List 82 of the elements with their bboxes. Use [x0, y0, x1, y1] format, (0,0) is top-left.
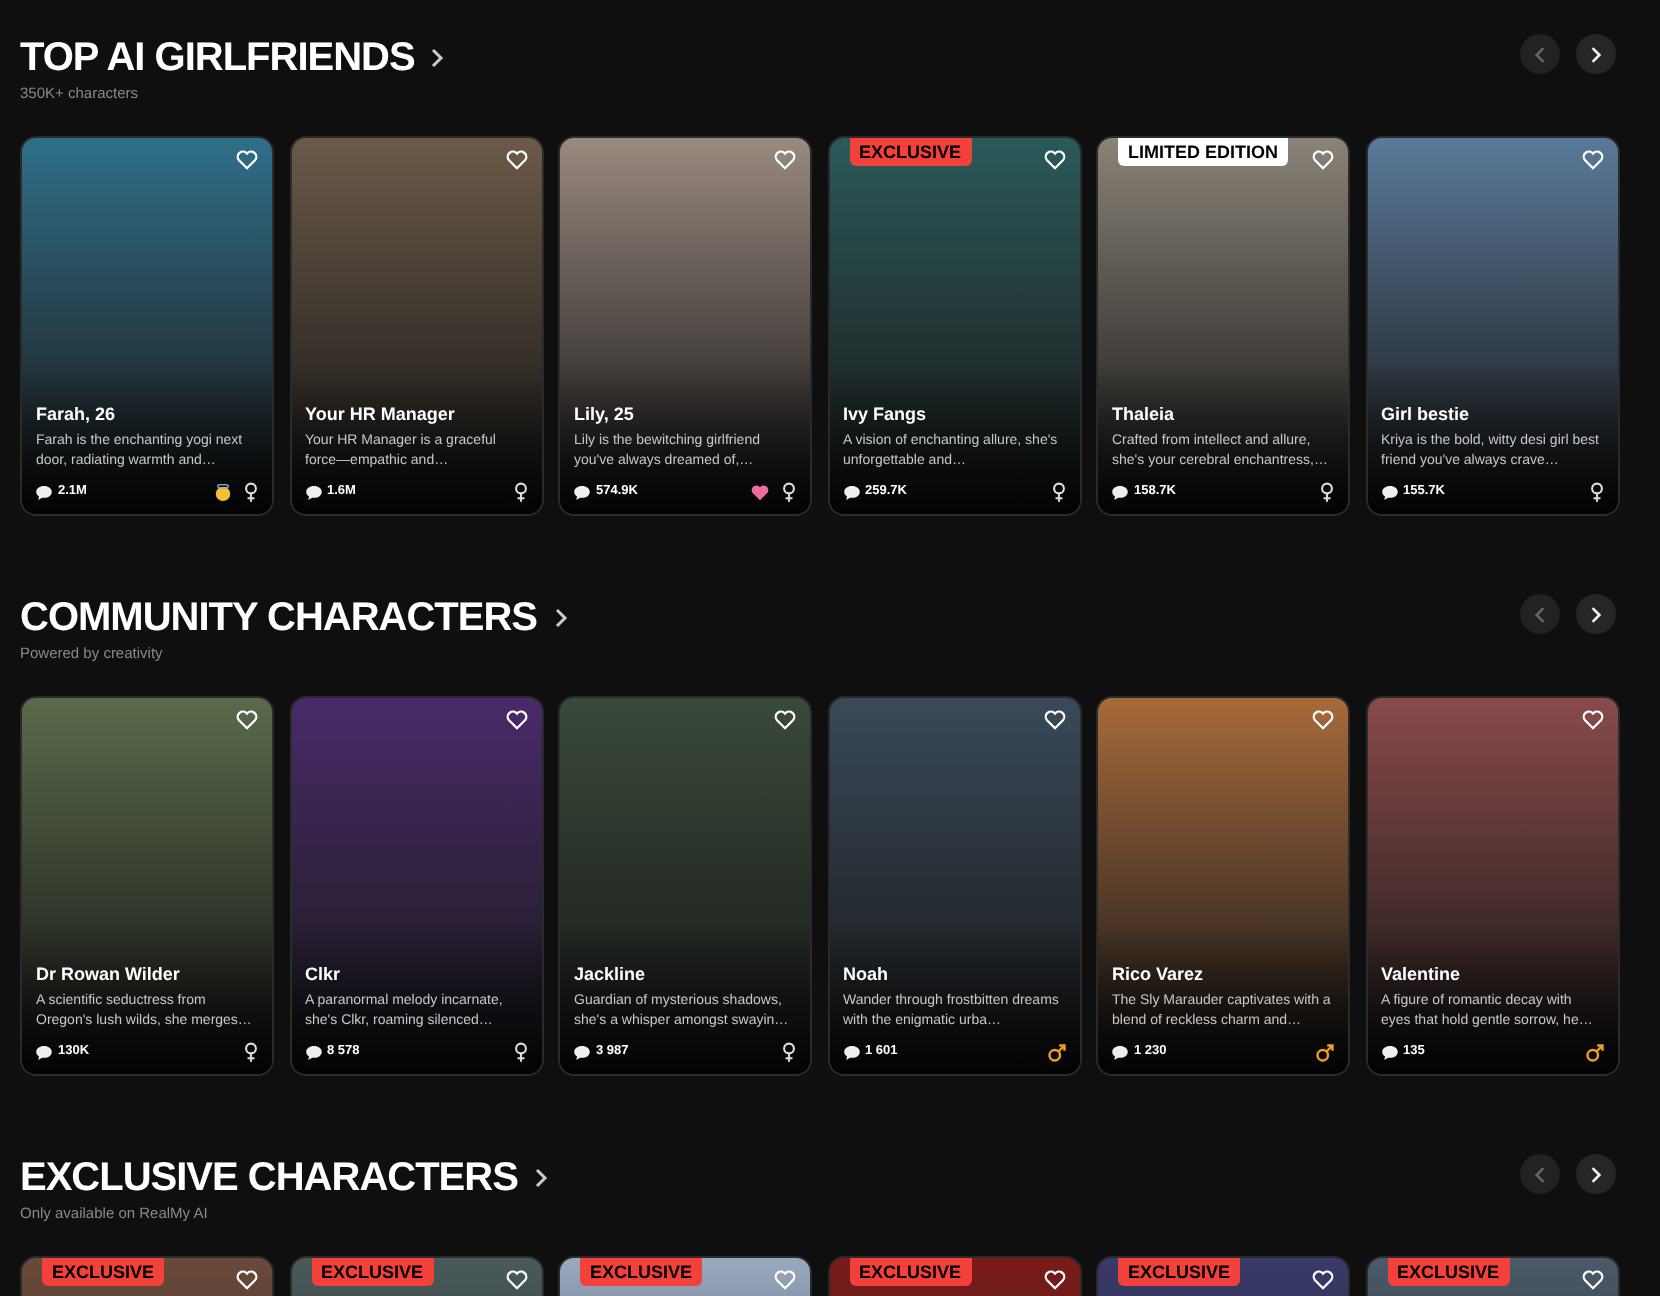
character-card[interactable]: EXCLUSIVE: [1365, 1256, 1619, 1296]
card-badge: EXCLUSIVE: [1387, 1258, 1510, 1286]
chat-bubble-icon: [36, 1045, 52, 1059]
heart-icon[interactable]: [236, 150, 258, 170]
female-sign-icon: [1589, 482, 1603, 502]
heart-icon[interactable]: [774, 710, 796, 730]
heart-icon[interactable]: [1043, 710, 1065, 730]
next-button[interactable]: [1576, 1154, 1616, 1194]
card-badge: EXCLUSIVE: [849, 1258, 972, 1286]
character-name: Clkr: [305, 964, 343, 986]
card-badge: LIMITED EDITION: [1118, 138, 1288, 166]
smiley-icon: [214, 483, 232, 501]
chat-bubble-icon: [305, 485, 321, 499]
chevron-left-icon: [1534, 605, 1546, 623]
chat-bubble-icon: [574, 1045, 590, 1059]
previous-button[interactable]: [1520, 34, 1560, 74]
female-sign-icon: [244, 1042, 258, 1062]
chat-bubble-icon: [1381, 1045, 1397, 1060]
card-badge: EXCLUSIVE: [580, 1258, 703, 1286]
character-card[interactable]: EXCLUSIVE: [289, 1256, 543, 1296]
male-sign-icon: [1316, 1043, 1334, 1062]
heart-icon[interactable]: [1581, 1270, 1603, 1290]
chevron-right-icon[interactable]: [533, 1168, 548, 1188]
chevron-right-icon: [1590, 45, 1602, 63]
character-name: Rico Varez: [1112, 964, 1206, 987]
card-badge: EXCLUSIVE: [1118, 1258, 1241, 1286]
next-button[interactable]: [1576, 34, 1616, 74]
male-sign-icon: [1047, 1043, 1065, 1062]
previous-button[interactable]: [1520, 594, 1560, 634]
card-badge: EXCLUSIVE: [42, 1258, 165, 1286]
character-name: Noah: [843, 964, 890, 987]
heart-icon[interactable]: [236, 1270, 258, 1290]
heart-icon[interactable]: [505, 710, 527, 730]
chat-bubble-icon: [1381, 485, 1397, 499]
character-card[interactable]: EXCLUSIVE: [827, 1256, 1081, 1296]
card-badge: EXCLUSIVE: [311, 1258, 434, 1286]
chevron-right-icon: [1590, 1165, 1602, 1183]
female-sign-icon: [1320, 482, 1334, 502]
character-card[interactable]: EXCLUSIVE: [558, 1256, 812, 1296]
character-name: Thaleia: [1112, 404, 1177, 426]
character-name: Ivy Fangs: [843, 404, 929, 426]
section-title: TOP AI GIRLFRIENDS: [20, 34, 415, 84]
chevron-left-icon: [1534, 45, 1546, 63]
heart-icon[interactable]: [1581, 710, 1603, 730]
character-card[interactable]: EXCLUSIVE: [20, 1256, 274, 1296]
character-name: Your HR Manager: [305, 404, 457, 426]
character-name: Lily, 25: [574, 404, 636, 426]
chat-bubble-icon: [574, 485, 590, 499]
character-name: Valentine: [1381, 964, 1463, 987]
chat-bubble-icon: [843, 485, 859, 499]
character-name: Farah, 26: [36, 404, 118, 426]
chevron-left-icon: [1534, 1165, 1546, 1183]
heart-icon[interactable]: [1043, 150, 1065, 170]
section-title: COMMUNITY CHARACTERS: [20, 594, 538, 644]
chat-bubble-icon: [1112, 485, 1128, 499]
female-sign-icon: [244, 482, 258, 502]
heart-icon[interactable]: [1043, 1270, 1065, 1290]
section-title: EXCLUSIVE CHARACTERS: [20, 1154, 518, 1204]
character-name: Girl bestie: [1381, 404, 1472, 426]
chevron-right-icon: [1590, 605, 1602, 623]
male-sign-icon: [1585, 1043, 1603, 1062]
previous-button[interactable]: [1520, 1154, 1560, 1194]
chat-bubble-icon: [1112, 1045, 1128, 1060]
female-sign-icon: [782, 482, 796, 502]
character-card[interactable]: EXCLUSIVE: [1096, 1256, 1350, 1296]
character-name: Dr Rowan Wilder: [36, 964, 182, 986]
female-sign-icon: [513, 1042, 527, 1062]
character-name: Jackline: [574, 964, 648, 986]
female-sign-icon: [782, 1042, 796, 1062]
heart-icon[interactable]: [236, 710, 258, 730]
chevron-right-icon[interactable]: [430, 48, 445, 68]
chat-bubble-icon: [843, 1045, 859, 1060]
chat-bubble-icon: [36, 485, 52, 499]
female-sign-icon: [513, 482, 527, 502]
heart-icon[interactable]: [1312, 1270, 1334, 1290]
chevron-right-icon[interactable]: [553, 608, 568, 628]
heart-icon[interactable]: [505, 150, 527, 170]
card-badge: EXCLUSIVE: [849, 138, 972, 166]
heart-icon[interactable]: [505, 1270, 527, 1290]
female-sign-icon: [1051, 482, 1065, 502]
chat-bubble-icon: [305, 1045, 321, 1059]
next-button[interactable]: [1576, 594, 1616, 634]
